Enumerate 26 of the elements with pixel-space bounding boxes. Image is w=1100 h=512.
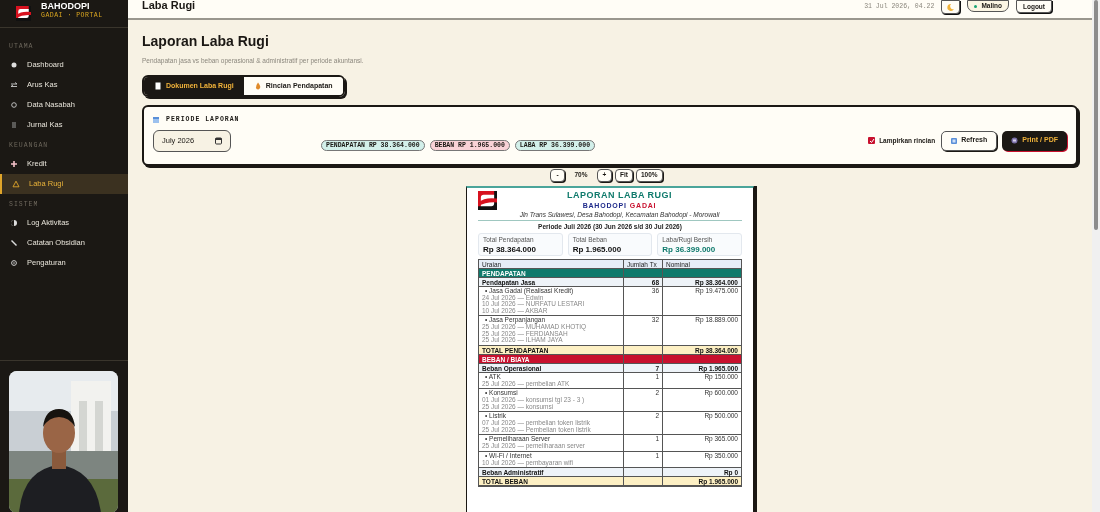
logo-icon <box>478 190 497 210</box>
logo-icon <box>16 6 31 21</box>
arrows-icon <box>10 81 18 89</box>
document-title: LAPORAN LABA RUGI <box>566 190 673 200</box>
scrollbar[interactable] <box>1092 0 1100 512</box>
checkbox[interactable] <box>868 137 876 144</box>
calendar-icon <box>153 116 159 123</box>
plus-icon <box>10 160 18 168</box>
triangle-icon <box>12 180 20 188</box>
half-circle-icon <box>10 219 18 227</box>
dot-icon <box>10 61 18 69</box>
summary-value: Rp 1.965.000 <box>572 244 623 255</box>
circle-icon <box>10 101 18 109</box>
page-title: Laba Rugi <box>142 0 196 11</box>
slash-icon <box>10 239 18 247</box>
list-icon <box>10 121 18 129</box>
document-icon <box>154 81 162 90</box>
page-heading: Laporan Laba Rugi <box>142 34 270 48</box>
check-icon <box>868 137 875 144</box>
flame-icon <box>253 81 262 90</box>
theme-toggle-button[interactable] <box>941 0 961 14</box>
moon-icon <box>946 2 956 12</box>
calendar-icon <box>215 136 222 145</box>
brand-name: BAHODOPI <box>41 1 91 11</box>
summary-value: Rp 36.399.000 <box>662 244 717 255</box>
summary-value: Rp 38.364.000 <box>483 244 537 255</box>
